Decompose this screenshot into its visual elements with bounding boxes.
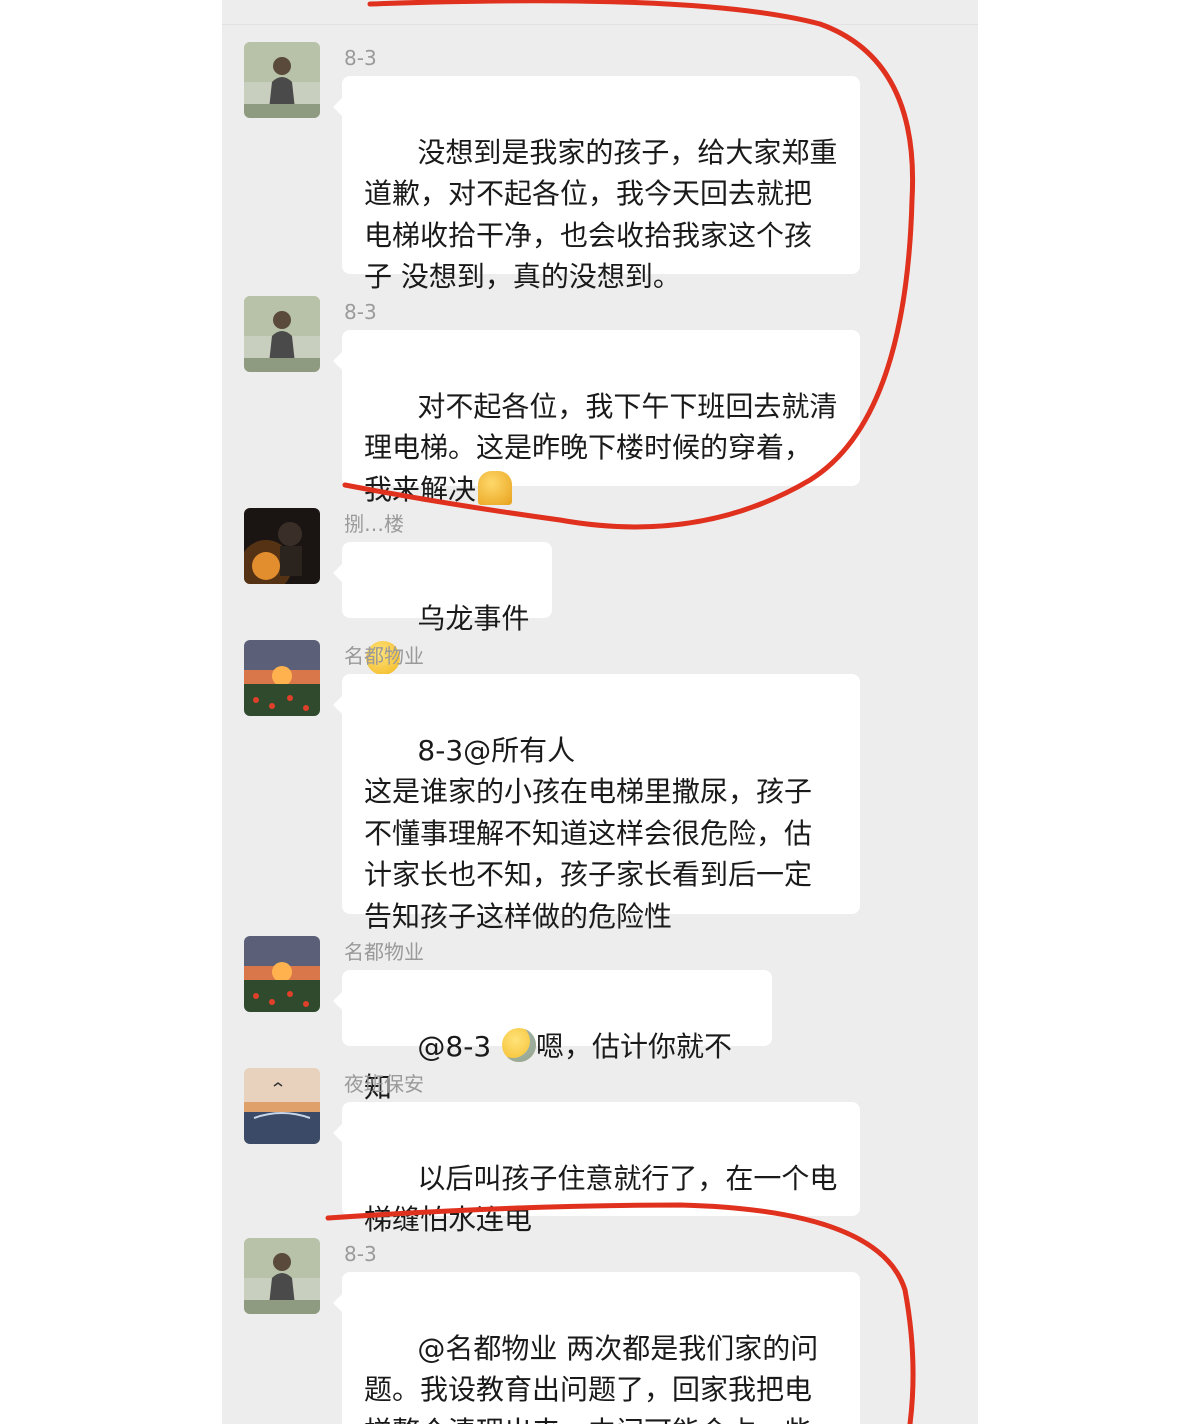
pray-emoji-icon: [478, 470, 513, 505]
message-bubble[interactable]: 没想到是我家的孩子，给大家郑重道歉，对不起各位，我今天回去就把电梯收拾干净，也会…: [333, 76, 860, 293]
message-text: 乌龙事件: [417, 601, 530, 635]
sender-name: 夜班保安: [344, 1072, 424, 1096]
avatar[interactable]: [244, 508, 320, 584]
avatar[interactable]: [244, 936, 320, 1012]
message-bubble[interactable]: 8-3@所有人 这是谁家的小孩在电梯里撒尿，孩子不懂事理解不知道这样会很危险，估…: [333, 674, 860, 933]
sender-name: 8-3: [344, 1242, 377, 1266]
message-bubble[interactable]: 对不起各位，我下午下班回去就清理电梯。这是昨晚下楼时候的穿着，我来解决: [333, 330, 860, 506]
message-text: 以后叫孩子住意就行了，在一个电梯缝怕水连电: [364, 1161, 838, 1237]
sender-name: 名都物业: [344, 644, 424, 668]
sender-name: 名都物业: [344, 940, 424, 964]
message-text: 8-3@所有人 这是谁家的小孩在电梯里撒尿，孩子不懂事理解不知道这样会很危险，估…: [364, 733, 813, 933]
chat-area[interactable]: 8-3 没想到是我家的孩子，给大家郑重道歉，对不起各位，我今天回去就把电梯收拾干…: [222, 0, 978, 1424]
mention-text: @8-3: [417, 1029, 501, 1063]
message-bubble[interactable]: @8-3 嗯，估计你就不知: [333, 970, 772, 1104]
avatar[interactable]: [244, 1068, 320, 1144]
message-bubble[interactable]: 以后叫孩子住意就行了，在一个电梯缝怕水连电: [333, 1102, 860, 1236]
divider: [222, 24, 978, 25]
message-bubble[interactable]: @名都物业 两次都是我们家的问题。我设教育出问题了，回家我把电梯整个清理出来，中…: [333, 1272, 860, 1424]
sender-name: 捌…楼: [344, 512, 404, 536]
avatar[interactable]: [244, 296, 320, 372]
sender-name: 8-3: [344, 46, 377, 70]
message-bubble[interactable]: 乌龙事件: [333, 542, 552, 675]
sender-name: 8-3: [344, 300, 377, 324]
avatar[interactable]: [244, 42, 320, 118]
message-text: 没想到是我家的孩子，给大家郑重道歉，对不起各位，我今天回去就把电梯收拾干净，也会…: [364, 135, 838, 294]
avatar[interactable]: [244, 640, 320, 716]
avatar[interactable]: [244, 1238, 320, 1314]
message-text: 对不起各位，我下午下班回去就清理电梯。这是昨晚下楼时候的穿着，我来解决: [364, 389, 838, 506]
crying-laughing-emoji-icon: [502, 1027, 537, 1062]
message-text: @名都物业 两次都是我们家的问题。我设教育出问题了，回家我把电梯整个清理出来，中…: [364, 1331, 819, 1424]
